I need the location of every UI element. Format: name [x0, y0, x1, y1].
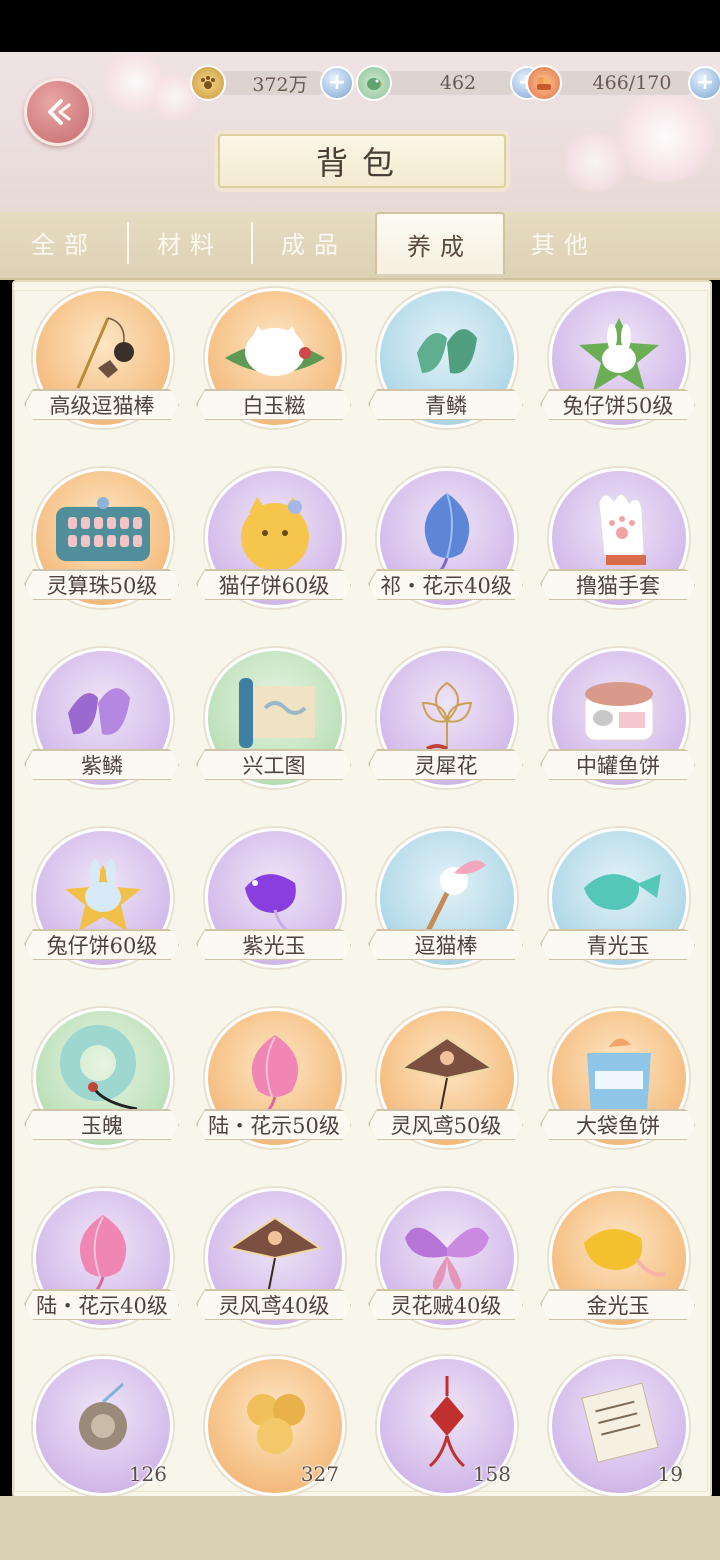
item-name: 灵风鸢40级	[197, 1290, 351, 1320]
item-name: 逗猫棒	[369, 930, 523, 960]
item-name: 中罐鱼饼	[541, 750, 695, 780]
inventory-item[interactable]: 1灵花贼40级	[361, 1188, 531, 1358]
tab-all[interactable]: 全部	[0, 214, 128, 270]
bottom-bar	[0, 1496, 720, 1560]
purple-jade-fish-icon	[225, 848, 325, 942]
item-name: 灵算珠50级	[25, 570, 179, 600]
item-count: 126	[128, 1462, 167, 1486]
status-bar	[0, 0, 720, 52]
item-name: 灵风鸢50级	[369, 1110, 523, 1140]
inventory-item[interactable]: 1兔仔饼50级	[533, 288, 703, 458]
inventory-item[interactable]: 18青鳞	[361, 288, 531, 458]
item-name: 白玉糍	[197, 390, 351, 420]
inventory-item[interactable]: 79紫光玉	[189, 828, 359, 998]
item-name: 金光玉	[541, 1290, 695, 1320]
item-name: 灵犀花	[369, 750, 523, 780]
item-name: 祁・花示40级	[369, 570, 523, 600]
cat-wand-icon	[58, 308, 148, 402]
fish-can-icon	[569, 668, 669, 762]
inventory-item[interactable]: 1陆・花示40级	[17, 1188, 187, 1358]
letter-document-icon	[569, 1376, 669, 1470]
butterfly-icon	[397, 1208, 497, 1302]
inventory-item[interactable]: 886金光玉	[533, 1188, 703, 1358]
item-count: 19	[657, 1462, 683, 1486]
item-name: 玉魄	[25, 1110, 179, 1140]
inventory-item[interactable]: 228紫鳞	[17, 648, 187, 818]
blossom-decoration	[560, 132, 630, 192]
resource-food-value: 466/170	[550, 71, 696, 95]
inventory-item[interactable]: 100玉魄	[17, 1008, 187, 1178]
inventory-item[interactable]: 1灵风鸢50级	[361, 1008, 531, 1178]
inventory-item[interactable]: 132逗猫棒	[361, 828, 531, 998]
tab-cultivate[interactable]: 养成	[375, 212, 505, 274]
red-knot-icon	[402, 1371, 492, 1475]
item-name: 陆・花示50级	[197, 1110, 351, 1140]
back-arrow-icon	[48, 99, 71, 125]
teal-jade-fish-icon	[569, 848, 669, 942]
inventory-item[interactable]: 213高级逗猫棒	[17, 288, 187, 458]
kite-icon	[392, 1028, 502, 1122]
inventory-item[interactable]: 237灵犀花	[361, 648, 531, 818]
resource-coins: 372万 +	[190, 65, 354, 101]
inventory-item[interactable]: 6撸猫手套	[533, 468, 703, 638]
item-name: 兴工图	[197, 750, 351, 780]
item-name: 高级逗猫棒	[25, 390, 179, 420]
inventory-item[interactable]: 6兴工图	[189, 648, 359, 818]
item-count: 327	[300, 1462, 339, 1486]
page-title: 背包	[218, 134, 506, 188]
inventory-item[interactable]: 57白玉糍	[189, 288, 359, 458]
back-button[interactable]	[24, 78, 92, 146]
inventory-item[interactable]: 145大袋鱼饼	[533, 1008, 703, 1178]
green-scale-icon	[402, 308, 492, 402]
inventory-item[interactable]: 5兔仔饼60级	[17, 828, 187, 998]
item-name: 灵花贼40级	[369, 1290, 523, 1320]
tab-other[interactable]: 其他	[502, 214, 626, 270]
item-name: 猫仔饼60级	[197, 570, 351, 600]
item-name: 青鳞	[369, 390, 523, 420]
item-name: 青光玉	[541, 930, 695, 960]
resource-bird: 462 +	[356, 65, 544, 101]
inventory-item[interactable]: 1祁・花示40级	[361, 468, 531, 638]
item-name: 紫光玉	[197, 930, 351, 960]
food-basket-icon	[526, 65, 562, 101]
inventory-item[interactable]: 1灵风鸢40级	[189, 1188, 359, 1358]
inventory-item[interactable]: 350中罐鱼饼	[533, 648, 703, 818]
abacus-icon	[48, 493, 158, 577]
item-name: 兔仔饼50级	[541, 390, 695, 420]
inventory-item[interactable]: 5猫仔饼60级	[189, 468, 359, 638]
inventory-item[interactable]: 1陆・花示50级	[189, 1008, 359, 1178]
add-coins-button[interactable]: +	[320, 66, 354, 100]
item-count: 158	[472, 1462, 511, 1486]
kite-icon	[220, 1208, 330, 1302]
tab-products[interactable]: 成品	[252, 214, 376, 270]
gold-jade-fish-icon	[569, 1208, 669, 1302]
add-food-button[interactable]: +	[688, 66, 720, 100]
green-bird-icon	[356, 65, 392, 101]
golden-buns-icon	[225, 1376, 325, 1470]
item-name: 紫鳞	[25, 750, 179, 780]
item-name: 大袋鱼饼	[541, 1110, 695, 1140]
paw-coin-icon	[190, 65, 226, 101]
resource-bird-value: 462	[380, 71, 518, 95]
inventory-item[interactable]: 83青光玉	[533, 828, 703, 998]
tab-materials[interactable]: 材料	[128, 214, 252, 270]
rice-cake-icon	[220, 308, 330, 402]
bell-rattle-icon	[53, 1376, 153, 1470]
inventory-item[interactable]: 4灵算珠50级	[17, 468, 187, 638]
purple-scale-icon	[58, 668, 148, 762]
scroll-map-icon	[225, 668, 325, 762]
item-name: 兔仔饼60级	[25, 930, 179, 960]
resource-coins-value: 372万	[214, 71, 328, 96]
item-name: 陆・花示40级	[25, 1290, 179, 1320]
resource-food: 466/170 +	[526, 65, 720, 101]
item-name: 撸猫手套	[541, 570, 695, 600]
